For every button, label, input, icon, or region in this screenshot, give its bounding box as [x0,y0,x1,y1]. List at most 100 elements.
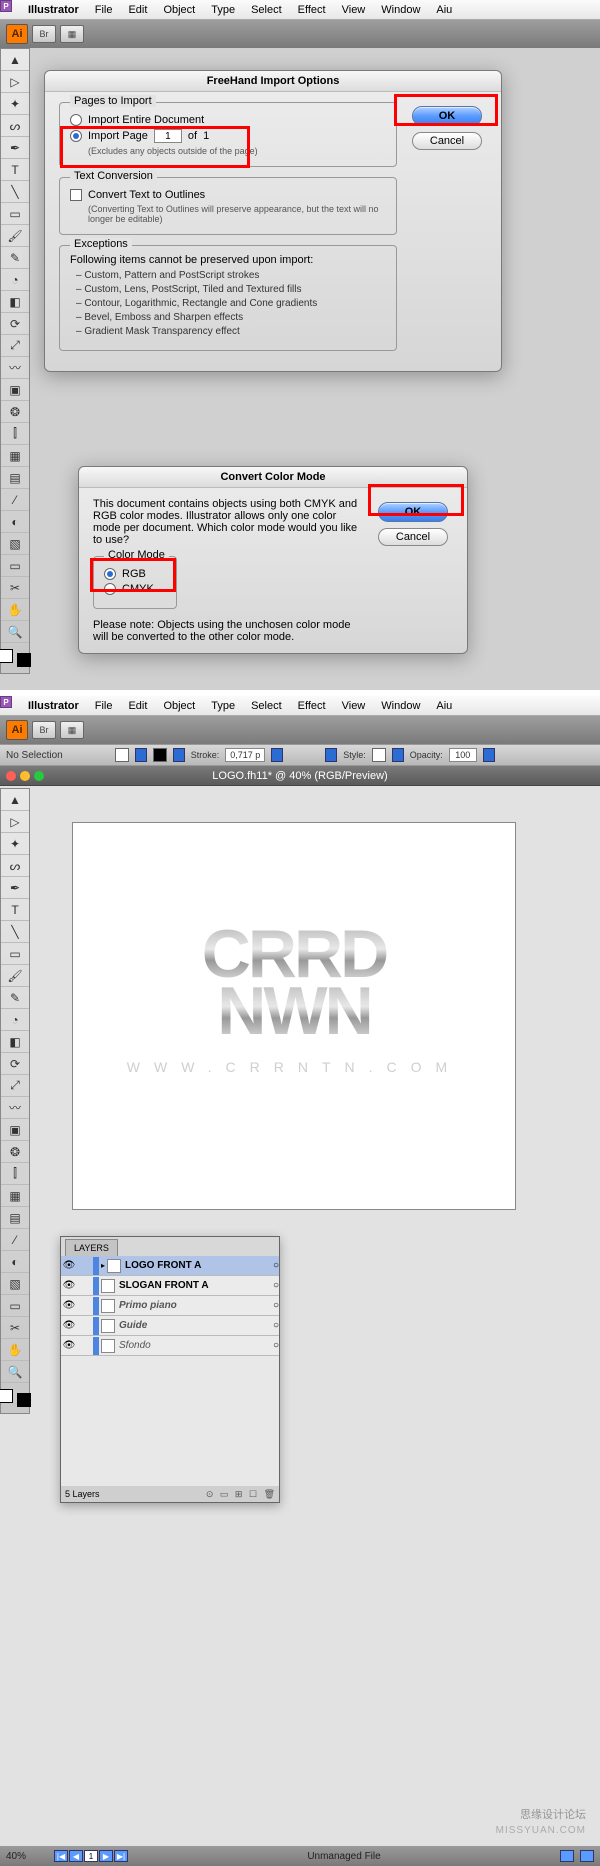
stroke-dropdown[interactable] [173,748,185,762]
locate-layer-icon[interactable]: ⊙ [206,1489,214,1499]
visibility-icon[interactable]: 👁 [61,1320,77,1331]
stroke-weight-input[interactable]: 0,717 p [225,748,265,762]
page-number-input[interactable] [154,129,182,143]
arrange-button[interactable]: ▦ [60,721,84,739]
free-transform-tool-icon[interactable]: ▣ [1,1119,29,1141]
bridge-button[interactable]: Br [32,25,56,43]
pencil-tool-icon[interactable]: ✎ [1,987,29,1009]
slice-tool-icon[interactable]: ✂ [1,1317,29,1339]
ai-home-icon[interactable]: Ai [6,720,28,740]
cancel-button[interactable]: Cancel [412,132,482,150]
paintbrush-tool-icon[interactable]: 🖌 [1,965,29,987]
prev-artboard-icon[interactable]: ◀ [69,1850,83,1862]
layer-name[interactable]: LOGO FRONT A [125,1260,273,1271]
layer-row[interactable]: 👁 SLOGAN FRONT A○ [61,1276,279,1296]
delete-layer-icon[interactable]: 🗑 [264,1489,275,1499]
lasso-tool-icon[interactable]: ᔕ [1,855,29,877]
opacity-input[interactable]: 100 [449,748,477,762]
menu-type[interactable]: Type [203,4,243,16]
blob-brush-tool-icon[interactable]: ◔ [1,269,29,291]
rectangle-tool-icon[interactable]: ▭ [1,203,29,225]
gradient-tool-icon[interactable]: ▤ [1,1207,29,1229]
paintbrush-tool-icon[interactable]: 🖌 [1,225,29,247]
rotate-tool-icon[interactable]: ⟳ [1,1053,29,1075]
app-menu[interactable]: Illustrator [20,4,87,16]
eraser-tool-icon[interactable]: ◧ [1,1031,29,1053]
layer-row[interactable]: 👁 ▸ LOGO FRONT A ○ [61,1256,279,1276]
mesh-tool-icon[interactable]: ▦ [1,445,29,467]
menu-edit[interactable]: Edit [120,4,155,16]
pencil-tool-icon[interactable]: ✎ [1,247,29,269]
menu-view[interactable]: View [334,4,374,16]
layer-row[interactable]: 👁 Guide○ [61,1316,279,1336]
direct-select-tool-icon[interactable]: ▷ [1,811,29,833]
visibility-icon[interactable]: 👁 [61,1260,77,1271]
ok-button[interactable]: OK [412,106,482,126]
zoom-tool-icon[interactable]: 🔍 [1,621,29,643]
import-entire-radio[interactable] [70,114,82,126]
selection-tool-icon[interactable]: ▲ [1,49,29,71]
mesh-tool-icon[interactable]: ▦ [1,1185,29,1207]
line-tool-icon[interactable]: ╲ [1,921,29,943]
layer-name[interactable]: Guide [119,1320,273,1331]
target-icon[interactable]: ○ [273,1260,279,1271]
line-tool-icon[interactable]: ╲ [1,181,29,203]
app-menu[interactable]: Illustrator [20,700,87,712]
menu-object[interactable]: Object [155,700,203,712]
menu-type[interactable]: Type [203,700,243,712]
menu-file[interactable]: File [87,700,121,712]
menu-effect[interactable]: Effect [290,4,334,16]
fill-stroke-swatch[interactable] [1,1383,29,1413]
menu-aiu[interactable]: Aiu [428,700,460,712]
fill-stroke-swatch[interactable] [1,643,29,673]
symbol-sprayer-tool-icon[interactable]: ❂ [1,401,29,423]
rgb-radio[interactable] [104,568,116,580]
artboard-number[interactable]: 1 [84,1850,98,1862]
blend-tool-icon[interactable]: ◐ [1,511,29,533]
ai-home-icon[interactable]: Ai [6,24,28,44]
menu-aiu[interactable]: Aiu [428,4,460,16]
make-clip-icon[interactable]: ▭ [220,1489,229,1499]
bridge-button[interactable]: Br [32,721,56,739]
new-layer-icon[interactable]: ☐ [249,1489,257,1499]
last-artboard-icon[interactable]: ▶| [114,1850,128,1862]
opacity-dropdown[interactable] [483,748,495,762]
gradient-tool-icon[interactable]: ▤ [1,467,29,489]
brush-dropdown[interactable] [325,748,337,762]
cancel-button[interactable]: Cancel [378,528,448,546]
cmyk-radio[interactable] [104,583,116,595]
blend-tool-icon[interactable]: ◐ [1,1251,29,1273]
blob-brush-tool-icon[interactable]: ◔ [1,1009,29,1031]
fill-swatch[interactable] [115,748,129,762]
layer-name[interactable]: Primo piano [119,1300,273,1311]
type-tool-icon[interactable]: T [1,159,29,181]
stroke-swatch[interactable] [153,748,167,762]
menu-window[interactable]: Window [373,700,428,712]
pen-tool-icon[interactable]: ✒ [1,137,29,159]
symbol-sprayer-tool-icon[interactable]: ❂ [1,1141,29,1163]
artboard-tool-icon[interactable]: ▭ [1,1295,29,1317]
next-artboard-icon[interactable]: ▶ [99,1850,113,1862]
layer-row[interactable]: 👁 Sfondo○ [61,1336,279,1356]
menu-file[interactable]: File [87,4,121,16]
visibility-icon[interactable]: 👁 [61,1300,77,1311]
convert-text-checkbox[interactable] [70,189,82,201]
direct-select-tool-icon[interactable]: ▷ [1,71,29,93]
artboard[interactable]: CRRD NWN WWW.CRRNTN.COM [72,822,516,1210]
scale-tool-icon[interactable]: ⤢ [1,1075,29,1097]
menu-window[interactable]: Window [373,4,428,16]
style-swatch[interactable] [372,748,386,762]
menu-select[interactable]: Select [243,700,290,712]
stroke-weight-dropdown[interactable] [271,748,283,762]
menu-edit[interactable]: Edit [120,700,155,712]
first-artboard-icon[interactable]: |◀ [54,1850,68,1862]
lasso-tool-icon[interactable]: ᔕ [1,115,29,137]
layer-name[interactable]: Sfondo [119,1340,273,1351]
live-paint-tool-icon[interactable]: ▧ [1,1273,29,1295]
artboard-tool-icon[interactable]: ▭ [1,555,29,577]
status-menu-dropdown[interactable] [580,1850,594,1862]
new-sublayer-icon[interactable]: ⊞ [235,1489,243,1499]
import-page-radio[interactable] [70,130,82,142]
warp-tool-icon[interactable]: 〰 [1,357,29,379]
magic-wand-tool-icon[interactable]: ✦ [1,833,29,855]
